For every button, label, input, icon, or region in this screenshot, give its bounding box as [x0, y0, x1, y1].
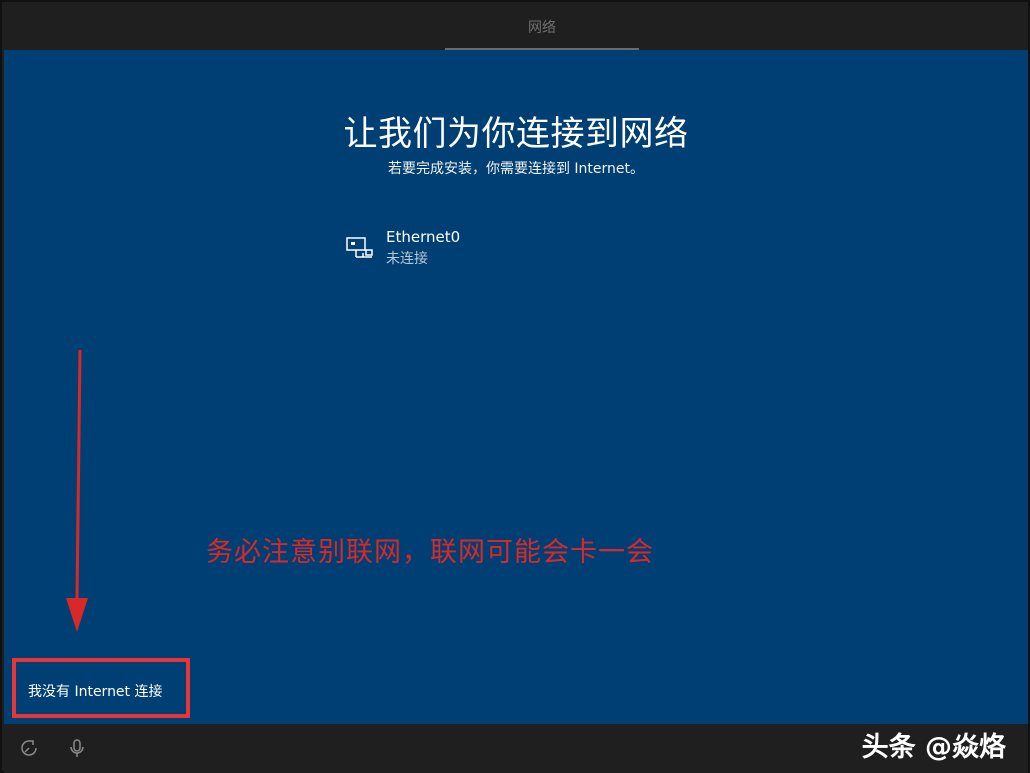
red-annotation-text: 务必注意别联网，联网可能会卡一会 [206, 537, 654, 568]
no-internet-link[interactable]: 我没有 Internet 连接 [28, 681, 163, 701]
accessibility-icon[interactable] [18, 737, 40, 759]
red-arrow-annotation [66, 349, 88, 632]
setup-window: 网络 让我们为你连接到网络 若要完成安装，你需要连接到 Internet。 Et… [0, 0, 1030, 773]
main-panel: 让我们为你连接到网络 若要完成安装，你需要连接到 Internet。 Ether… [4, 50, 1028, 724]
tab-network[interactable]: 网络 [445, 4, 639, 50]
watermark: 头条 @焱烙 [861, 732, 1006, 763]
network-status: 未连接 [386, 251, 428, 267]
header-bar: 网络 [4, 4, 1028, 50]
network-item-ethernet0[interactable]: Ethernet0 未连接 [346, 228, 586, 272]
ethernet-icon [346, 235, 374, 259]
page-subtitle: 若要完成安装，你需要连接到 Internet。 [387, 161, 645, 177]
page-title: 让我们为你连接到网络 [343, 114, 689, 154]
microphone-icon[interactable] [66, 737, 88, 759]
network-name: Ethernet0 [386, 228, 461, 246]
